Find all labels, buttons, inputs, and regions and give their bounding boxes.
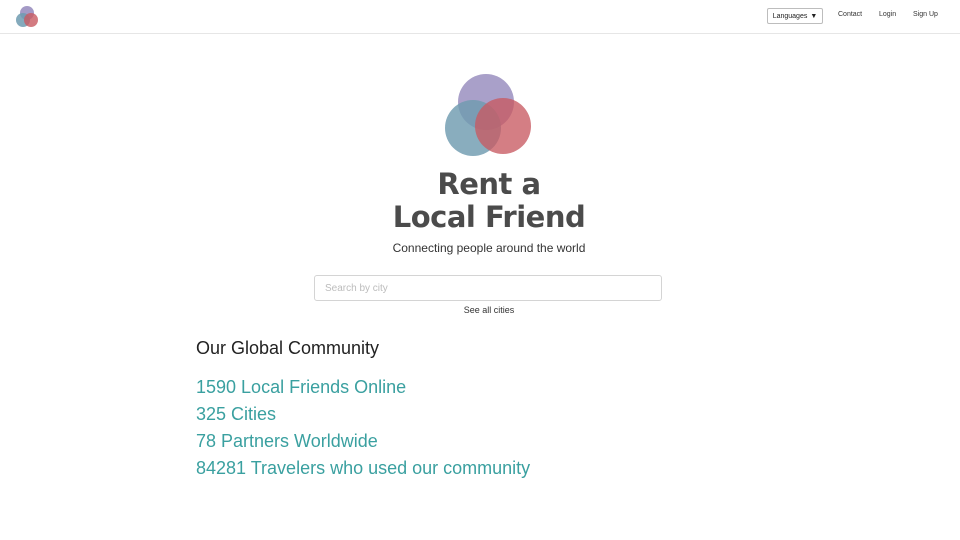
stat-partners: 78 Partners Worldwide xyxy=(196,431,378,451)
stat-local-friends: 1590 Local Friends Online xyxy=(196,377,407,397)
city-search-input[interactable] xyxy=(315,276,661,300)
community-stats-list: 1590 Local Friends Online 325 Cities 78 … xyxy=(196,374,530,482)
languages-dropdown[interactable]: Languages ▼ xyxy=(767,8,823,24)
see-all-cities-link[interactable]: See all cities xyxy=(0,305,960,315)
tagline: Connecting people around the world xyxy=(392,241,586,255)
signup-link[interactable]: Sign Up xyxy=(913,11,938,18)
title-line-1: Rent a xyxy=(437,167,541,201)
stat-cities: 325 Cities xyxy=(196,404,277,424)
caret-down-icon: ▼ xyxy=(810,12,818,20)
contact-link[interactable]: Contact xyxy=(838,11,862,18)
title-line-2: Local Friend xyxy=(392,200,586,234)
hero-logo-icon xyxy=(445,74,531,156)
site-logo-icon[interactable] xyxy=(14,5,40,29)
login-link[interactable]: Login xyxy=(879,11,896,18)
community-heading: Our Global Community xyxy=(196,338,380,358)
languages-label: Languages xyxy=(772,12,808,20)
search-box xyxy=(314,275,662,301)
stat-travelers: 84281 Travelers who used our community xyxy=(196,458,531,478)
site-title: Rent a Local Friend xyxy=(0,168,960,234)
top-navbar: Languages ▼ Contact Login Sign Up xyxy=(0,0,960,34)
